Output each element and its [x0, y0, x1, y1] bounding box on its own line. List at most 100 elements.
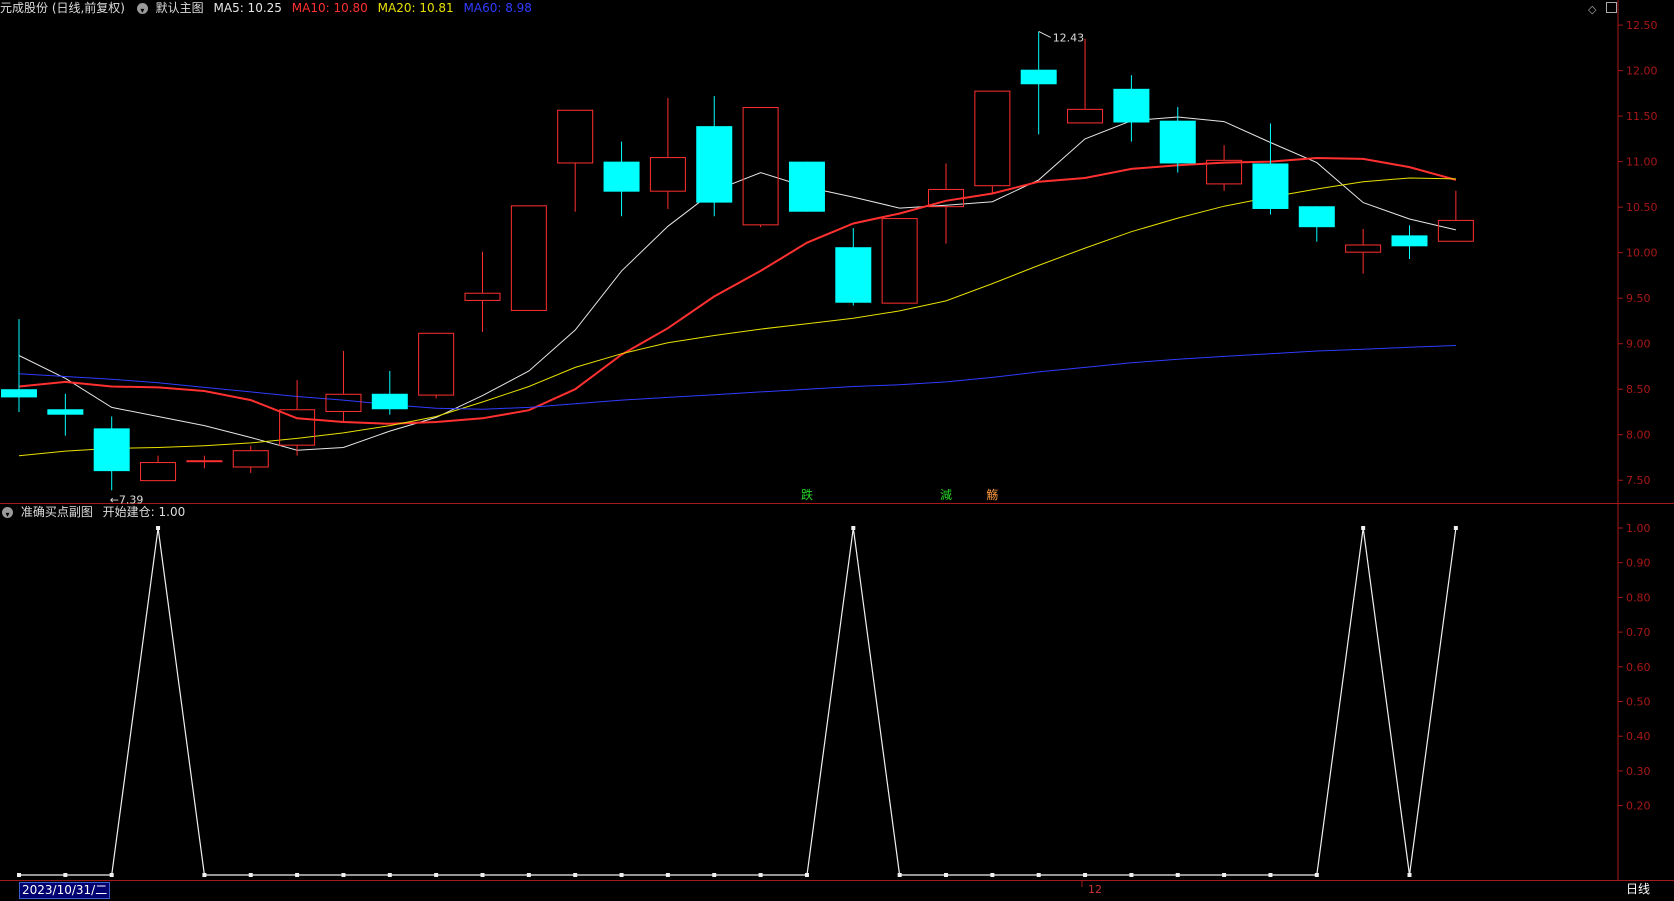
candle	[788, 161, 825, 212]
candle	[418, 332, 455, 399]
y-tick-label: 9.50	[1626, 292, 1651, 305]
candle	[1437, 190, 1474, 242]
panel-frame	[0, 0, 1674, 887]
diamond-icon[interactable]: ◇	[1588, 3, 1596, 16]
candle-body	[1437, 219, 1474, 242]
period-button[interactable]: 日线	[1626, 882, 1650, 897]
candle	[93, 416, 130, 491]
sub-indicator-value: 开始建仓: 1.00	[102, 505, 186, 519]
y-tick-label: 1.00	[1626, 522, 1651, 535]
candle-body	[325, 393, 362, 412]
candle	[603, 141, 640, 217]
price-markers: 12.43←7.39 跌減觞	[110, 31, 1084, 506]
candle-body	[140, 462, 177, 482]
candle-body	[186, 460, 223, 463]
y-tick-label: 7.50	[1626, 474, 1651, 487]
candle	[649, 97, 686, 209]
candle-body	[510, 205, 547, 311]
candle	[464, 251, 501, 332]
candle	[140, 455, 177, 482]
sub-indicator-menu-icon[interactable]: ▾	[2, 507, 13, 519]
buy-signal-point	[1314, 873, 1319, 877]
y-tick-label: 12.00	[1626, 65, 1658, 78]
buy-signal-point	[897, 873, 902, 877]
candle-body	[696, 126, 733, 203]
ma10-label: MA10: 10.80	[291, 1, 368, 15]
buy-signal-point	[480, 873, 485, 877]
candle-body	[1159, 120, 1196, 164]
buy-signal-point	[990, 873, 995, 877]
y-tick-label: 0.50	[1626, 696, 1651, 709]
y-tick-label: 0.20	[1626, 800, 1651, 813]
candle-body	[464, 292, 501, 301]
time-axis: 2023/10/31/二 12 日线	[0, 880, 1674, 901]
y-tick-label: 8.00	[1626, 429, 1651, 442]
indicator-menu-icon[interactable]: ▾	[136, 3, 148, 15]
buy-signal-point	[712, 873, 717, 877]
y-tick-label: 0.70	[1626, 626, 1651, 639]
panel-tools: ◇	[1588, 2, 1623, 16]
buy-signal-polyline	[19, 527, 1457, 876]
candle-body	[418, 332, 455, 396]
candle-body	[1391, 235, 1428, 247]
sub-indicator-name[interactable]: 准确买点副图	[21, 504, 93, 520]
y-tick-label: 0.80	[1626, 591, 1651, 604]
buy-signal-point	[387, 873, 392, 877]
y-tick-label: 12.50	[1626, 19, 1658, 32]
candle-body	[788, 161, 825, 212]
buy-signal-point	[851, 526, 856, 530]
buy-signal-point	[526, 873, 531, 877]
ma10-line	[18, 156, 1457, 425]
buy-signal-point	[1175, 873, 1180, 877]
candle-body	[603, 161, 640, 192]
candle	[881, 218, 918, 304]
chart-area[interactable]: 12.50 12.00 11.50 11.00 10.50 10.00 9.50 9.00 8.…	[0, 0, 1674, 901]
buy-signal-point	[1361, 526, 1366, 530]
buy-signal-point	[1453, 526, 1458, 530]
sub-y-axis: 1.00 0.90 0.80 0.70 0.60 0.50 0.40 0.30 0.20	[1618, 522, 1651, 813]
buy-signal-point	[434, 873, 439, 877]
candle-body	[93, 428, 130, 472]
buy-signal-point	[573, 873, 578, 877]
main-y-axis: 12.50 12.00 11.50 11.00 10.50 10.00 9.50 9.00 8.…	[1618, 19, 1658, 487]
buy-signal-point	[295, 873, 300, 877]
stock-title: 元成股份 (日线,前复权)	[0, 1, 125, 15]
buy-signal-point	[341, 873, 346, 877]
main-indicator-name[interactable]: 默认主图	[156, 0, 204, 16]
candle	[1020, 31, 1057, 135]
buy-signal-point	[1036, 873, 1041, 877]
high-marker-label: 12.43	[1053, 31, 1085, 44]
candle-body	[742, 107, 779, 226]
candle	[557, 109, 594, 212]
ma5-label: MA5: 10.25	[213, 1, 282, 15]
candle-body	[881, 218, 918, 304]
panel-toggle-icon[interactable]	[1605, 2, 1617, 13]
candle-body	[835, 247, 872, 303]
candle	[1159, 107, 1196, 173]
candle-body	[47, 409, 84, 415]
y-tick-label: 0.40	[1626, 730, 1651, 743]
ma60-label: MA60: 8.98	[463, 1, 532, 15]
candle	[325, 350, 362, 422]
candle-body	[1020, 69, 1057, 85]
y-tick-label: 9.00	[1626, 338, 1651, 351]
y-tick-label: 11.50	[1626, 110, 1658, 123]
y-tick-label: 0.30	[1626, 765, 1651, 778]
candle	[1206, 145, 1243, 191]
ma20-line	[18, 177, 1456, 457]
candle-body	[1298, 206, 1335, 228]
main-panel-header: 元成股份 (日线,前复权) ▾ 默认主图 MA5: 10.25 MA10: 10…	[0, 0, 1600, 16]
candle	[1298, 206, 1335, 242]
y-tick-label: 0.60	[1626, 661, 1651, 674]
y-tick-label: 11.00	[1626, 156, 1658, 169]
high-marker-pointer	[1038, 31, 1051, 38]
y-tick-label: 10.50	[1626, 201, 1658, 214]
moving-average-lines	[18, 116, 1457, 457]
candle	[974, 90, 1011, 194]
buy-signal-point	[17, 873, 21, 877]
candle	[371, 371, 408, 415]
buy-signal-point	[665, 873, 670, 877]
candle	[1067, 38, 1104, 124]
buy-signal-point	[1407, 873, 1412, 877]
candle-body	[1252, 163, 1289, 209]
